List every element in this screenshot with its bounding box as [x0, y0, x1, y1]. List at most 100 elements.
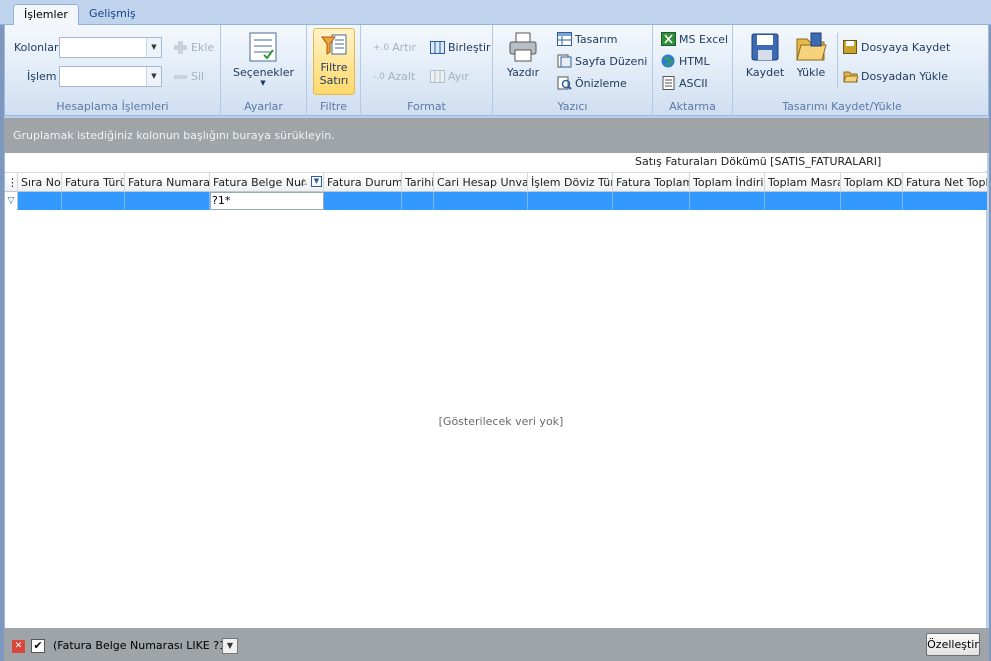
filter-cell[interactable] — [903, 192, 987, 210]
tasarim-button[interactable]: Tasarım — [557, 32, 617, 46]
group-title-format: Format — [407, 100, 446, 113]
column-header-toplam-kdv[interactable]: Toplam KDV — [841, 173, 903, 192]
html-label: HTML — [679, 54, 710, 68]
filter-dropdown-icon[interactable]: ▼ — [311, 176, 322, 187]
dosyadan-yukle-label: Dosyadan Yükle — [861, 69, 948, 83]
printer-icon — [509, 32, 537, 62]
filter-history-dropdown[interactable]: ▼ — [222, 638, 238, 654]
filter-cell[interactable] — [528, 192, 613, 210]
islem-combo[interactable]: ▼ — [59, 66, 162, 87]
filter-cell[interactable] — [402, 192, 434, 210]
dosyadan-yukle-button[interactable]: Dosyadan Yükle — [843, 69, 948, 83]
tab-islemler[interactable]: İşlemler — [13, 4, 79, 26]
column-chooser-icon[interactable]: ⋮ — [5, 173, 18, 192]
column-header-fatura-numarasi[interactable]: Fatura Numarası — [125, 173, 210, 192]
kolonlar-label: Kolonlar — [14, 41, 59, 54]
group-title-aktarma: Aktarma — [669, 100, 716, 113]
filter-cell[interactable] — [125, 192, 210, 210]
ms-excel-label: MS Excel — [679, 32, 729, 46]
filter-cell[interactable] — [18, 192, 62, 210]
filter-expression-text[interactable]: (Fatura Belge Numarası LIKE ?1*) — [53, 639, 236, 653]
azalt-button[interactable]: -.0 Azalt — [373, 70, 415, 83]
column-header-fatura-turu[interactable]: Fatura Türü — [62, 173, 125, 192]
column-header-fatura-belge[interactable]: Fatura Belge Nur △ ▼ — [210, 173, 324, 192]
group-title-ayarlar: Ayarlar — [244, 100, 283, 113]
filter-enabled-checkbox[interactable]: ✔ — [31, 639, 45, 653]
plus-icon — [174, 41, 187, 54]
ribbon: Kolonlar ▼ İşlem ▼ Ekle Sil Hesaplama İş… — [4, 25, 989, 116]
filter-cell[interactable] — [765, 192, 841, 210]
birlestir-button[interactable]: Birleştir — [430, 41, 491, 54]
column-header-islem-doviz-turu[interactable]: İşlem Döviz Türü — [528, 173, 613, 192]
column-header-fatura-durumu[interactable]: Fatura Durumu — [324, 173, 402, 192]
group-tasarim-kaydet: Kaydet Yükle Dosyaya Kaydet Dosyadan Yük… — [733, 25, 951, 116]
filter-row-funnel-icon: ▽ — [5, 192, 18, 210]
dosyaya-kaydet-button[interactable]: Dosyaya Kaydet — [843, 40, 950, 54]
group-title-tasarim: Tasarımı Kaydet/Yükle — [782, 100, 902, 113]
save-disk-icon — [751, 33, 779, 61]
column-header-fatura-toplami[interactable]: Fatura Toplamı — [613, 173, 690, 192]
data-grid[interactable]: Satış Faturaları Dökümü [SATIS_FATURALAR… — [4, 153, 987, 628]
options-list-icon — [249, 32, 277, 62]
column-header-toplam-masraf[interactable]: Toplam Masraf — [765, 173, 841, 192]
column-header-fatura-net-toplam[interactable]: Fatura Net Topla — [903, 173, 987, 192]
separator — [837, 33, 838, 88]
sayfa-duzeni-button[interactable]: Sayfa Düzeni — [557, 54, 647, 68]
column-header-sira-no[interactable]: Sıra No. — [18, 173, 62, 192]
ribbon-tab-bar: İşlemler Gelişmiş — [0, 0, 991, 26]
ekle-button[interactable]: Ekle — [173, 40, 214, 55]
yukle-label: Yükle — [796, 66, 826, 79]
filter-cell[interactable] — [841, 192, 903, 210]
group-aktarma: MS Excel HTML ASCII Aktarma — [653, 25, 733, 116]
filter-cell-fatura-belge-input[interactable]: ?1* — [210, 192, 324, 210]
chevron-down-icon[interactable]: ▼ — [146, 67, 161, 86]
tab-gelismis[interactable]: Gelişmiş — [79, 4, 146, 26]
customize-filter-button[interactable]: Özelleştir — [926, 633, 980, 656]
kaydet-button[interactable]: Kaydet — [743, 31, 787, 79]
chevron-down-icon: ▼ — [260, 79, 266, 87]
sayfa-duzeni-label: Sayfa Düzeni — [575, 54, 648, 68]
clear-filter-icon[interactable]: ✕ — [12, 640, 25, 653]
artir-button[interactable]: +.0 Artır — [373, 41, 416, 54]
chevron-down-icon[interactable]: ▼ — [146, 38, 161, 57]
filter-cell[interactable] — [324, 192, 402, 210]
column-header-toplam-indirim[interactable]: Toplam İndirim — [690, 173, 765, 192]
text-file-icon — [662, 76, 675, 90]
html-button[interactable]: HTML — [661, 54, 710, 68]
sil-button[interactable]: Sil — [173, 69, 204, 84]
increase-decimal-icon: +.0 — [373, 42, 390, 53]
merge-cells-icon — [430, 41, 445, 54]
birlestir-label: Birleştir — [448, 41, 491, 54]
group-filtre: Filtre Satırı Filtre — [307, 25, 361, 116]
kolonlar-combo[interactable]: ▼ — [59, 37, 162, 58]
split-cells-icon — [430, 70, 445, 83]
minus-icon — [174, 75, 187, 79]
ayir-button[interactable]: Ayır — [430, 70, 469, 83]
column-header-tarihi[interactable]: Tarihi — [402, 173, 434, 192]
islem-label: İşlem — [27, 70, 57, 83]
yukle-button[interactable]: Yükle — [791, 31, 831, 79]
grid-band-header: Satış Faturaları Dökümü [SATIS_FATURALAR… — [5, 153, 987, 171]
secenekler-button[interactable]: Seçenekler ▼ — [233, 31, 295, 87]
filter-cell[interactable] — [613, 192, 690, 210]
filter-cell[interactable] — [690, 192, 765, 210]
secenekler-label: Seçenekler — [233, 66, 295, 79]
filter-row[interactable]: ▽ ?1* — [5, 192, 987, 210]
save-to-file-icon — [843, 40, 857, 54]
column-header-cari-hesap-unvani[interactable]: Cari Hesap Unvanı — [434, 173, 528, 192]
filtre-satiri-label-2: Satırı — [319, 74, 349, 87]
group-hesaplama: Kolonlar ▼ İşlem ▼ Ekle Sil Hesaplama İş… — [5, 25, 221, 116]
filter-row-icon — [321, 34, 347, 55]
ms-excel-button[interactable]: MS Excel — [661, 32, 728, 46]
group-title-yazici: Yazıcı — [557, 100, 588, 113]
onizleme-button[interactable]: Önizleme — [557, 76, 627, 90]
filter-cell[interactable] — [434, 192, 528, 210]
yazdir-button[interactable]: Yazdır — [505, 31, 541, 79]
filter-cell[interactable] — [62, 192, 125, 210]
ascii-button[interactable]: ASCII — [661, 76, 708, 90]
filtre-satiri-button[interactable]: Filtre Satırı — [313, 28, 355, 95]
group-by-panel[interactable]: Gruplamak istediğiniz kolonun başlığını … — [4, 118, 989, 153]
tasarim-label: Tasarım — [575, 32, 618, 46]
empty-grid-message: [Gösterilecek veri yok] — [438, 415, 564, 428]
column-header-fatura-belge-label: Fatura Belge Nur — [213, 176, 306, 189]
